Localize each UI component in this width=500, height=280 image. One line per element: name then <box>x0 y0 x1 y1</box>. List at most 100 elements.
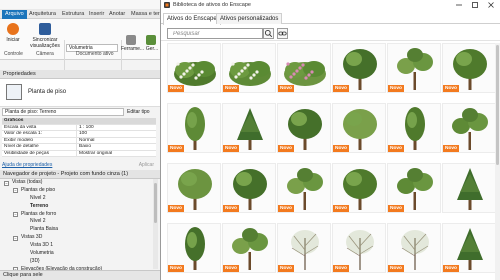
tree-foliage <box>343 109 377 139</box>
property-value[interactable]: 100 <box>76 131 156 137</box>
sync-views-icon[interactable] <box>39 23 51 35</box>
tab-arquitetura[interactable]: Arquitetura <box>29 10 56 19</box>
tree-node-label: Plantas de forro <box>21 210 57 217</box>
browser-tree-node[interactable]: − Vistas 3D <box>0 234 160 242</box>
browser-tree-node[interactable]: Planta Baixa <box>0 226 160 234</box>
asset-tile[interactable]: Novo <box>387 163 441 213</box>
property-name: Gráficos <box>4 118 24 123</box>
browser-tree-node[interactable]: − Vistas (todas) <box>0 179 160 187</box>
tree-node-label: Nível 2 <box>30 218 46 225</box>
asset-tile[interactable]: Novo <box>277 163 331 213</box>
tab-anotar[interactable]: Anotar <box>109 10 125 19</box>
tab-massa-terreno[interactable]: Massa e terreno <box>131 10 160 19</box>
asset-tile[interactable]: Novo <box>387 103 441 153</box>
asset-tile[interactable]: Novo <box>277 223 331 273</box>
library-title: Biblioteca de ativos do Enscape <box>173 2 251 8</box>
properties-panel-header: Propriedades <box>0 70 160 79</box>
asset-tile[interactable]: Novo <box>222 43 276 93</box>
asset-tile[interactable]: Novo <box>332 103 386 153</box>
tab-arquivo[interactable]: Arquivo <box>2 10 27 19</box>
tree-foliage <box>187 232 197 248</box>
browser-tree-node[interactable]: Nível 2 <box>0 195 160 203</box>
asset-tile[interactable]: Novo <box>222 223 276 273</box>
tree-toggle-icon[interactable]: − <box>13 188 18 194</box>
browser-tree-node[interactable]: − Plantas de forro <box>0 211 160 219</box>
property-value[interactable]: 1 : 100 <box>76 124 156 130</box>
tree-node-label: Nível 2 <box>30 194 46 201</box>
asset-tile[interactable]: Novo <box>167 163 221 213</box>
tab-inserir[interactable]: Inserir <box>89 10 104 19</box>
search-icon <box>264 29 273 38</box>
tab-estrutura[interactable]: Estrutura <box>62 10 84 19</box>
browser-tree-node[interactable]: − Plantas de piso <box>0 187 160 195</box>
asset-tile[interactable]: Novo <box>222 163 276 213</box>
tree-foliage <box>178 169 212 199</box>
property-value[interactable]: Normal <box>76 137 156 143</box>
asset-tile[interactable]: Novo <box>332 43 386 93</box>
asset-tile[interactable]: Novo <box>167 103 221 153</box>
asset-tile[interactable]: Novo <box>277 103 331 153</box>
flower <box>237 72 241 76</box>
asset-tile[interactable]: Novo <box>442 223 496 273</box>
tree-toggle-icon[interactable]: − <box>13 212 18 218</box>
asset-tile[interactable]: Novo <box>442 43 496 93</box>
link-icon <box>278 31 287 36</box>
minimize-button[interactable] <box>451 0 467 10</box>
new-badge: Novo <box>278 205 294 212</box>
search-button[interactable] <box>263 28 274 39</box>
asset-tile[interactable]: Novo <box>332 163 386 213</box>
browser-tree-node[interactable]: {3D} <box>0 258 160 266</box>
sync-views-button[interactable]: Sincronizar visualizações <box>27 37 63 49</box>
new-badge: Novo <box>278 85 294 92</box>
properties-help-link[interactable]: Ajuda de propriedades <box>2 162 52 168</box>
asset-tile[interactable]: Novo <box>167 223 221 273</box>
asset-tile[interactable] <box>442 163 496 213</box>
asset-tile[interactable]: Novo <box>387 43 441 93</box>
flower <box>231 62 235 66</box>
asset-tile[interactable]: Novo <box>222 103 276 153</box>
tree-toggle-icon[interactable]: − <box>4 180 9 186</box>
maximize-button[interactable] <box>467 0 483 10</box>
shrub-foliage <box>248 61 270 77</box>
tab-custom-assets[interactable]: Ativos personalizados <box>216 13 283 24</box>
flower <box>240 69 244 73</box>
tools-button[interactable]: Ferrame... <box>121 46 144 52</box>
apply-button[interactable]: Aplicar <box>139 161 154 169</box>
browser-tree-node[interactable]: Volumetria <box>0 250 160 258</box>
properties-table: Gráficos Escala da vista 1 : 100 Valor de e… <box>2 118 156 157</box>
start-button[interactable]: Iniciar <box>2 37 24 43</box>
search-input[interactable] <box>167 28 263 39</box>
new-badge: Novo <box>388 265 404 272</box>
browser-tree-node[interactable]: Nível 2 <box>0 218 160 226</box>
scroll-thumb[interactable] <box>154 183 157 223</box>
extra-tool-icon[interactable] <box>146 35 156 45</box>
property-value[interactable]: Mostrar original <box>76 150 156 156</box>
tree-toggle-icon[interactable]: − <box>13 235 18 241</box>
scroll-thumb[interactable] <box>496 45 499 165</box>
new-badge: Novo <box>278 145 294 152</box>
asset-library-window: Biblioteca de ativos do Enscape Ativos d… <box>160 0 500 280</box>
flower <box>301 63 305 67</box>
link-filter-button[interactable] <box>277 28 288 39</box>
asset-tile[interactable]: Novo <box>277 43 331 93</box>
asset-tile[interactable]: Novo <box>387 223 441 273</box>
property-value[interactable]: Baixo <box>76 144 156 150</box>
minimize-icon <box>456 4 462 6</box>
edit-type-button[interactable]: Editar tipo <box>127 108 150 116</box>
browser-tree-node[interactable]: Terreno <box>0 203 160 211</box>
properties-instance-select[interactable]: Planta de piso: Terreno <box>2 108 124 116</box>
project-browser-scrollbar[interactable] <box>153 179 158 269</box>
asset-tile[interactable]: Novo <box>442 103 496 153</box>
tab-enscape-assets[interactable]: Ativos do Enscape <box>163 13 221 25</box>
browser-tree-node[interactable]: Vista 3D 1 <box>0 242 160 250</box>
flower <box>234 75 238 79</box>
enscape-start-icon[interactable] <box>7 23 19 35</box>
close-button[interactable] <box>483 0 499 10</box>
extra-tool-button[interactable]: Ger... <box>144 46 160 52</box>
library-titlebar: Biblioteca de ativos do Enscape <box>161 0 500 10</box>
asset-grid-scrollbar[interactable] <box>495 43 500 280</box>
asset-tile[interactable]: Novo <box>167 43 221 93</box>
asset-tile[interactable]: Novo <box>332 223 386 273</box>
properties-type-name: Planta de piso <box>28 89 67 95</box>
tools-icon[interactable] <box>126 35 136 45</box>
